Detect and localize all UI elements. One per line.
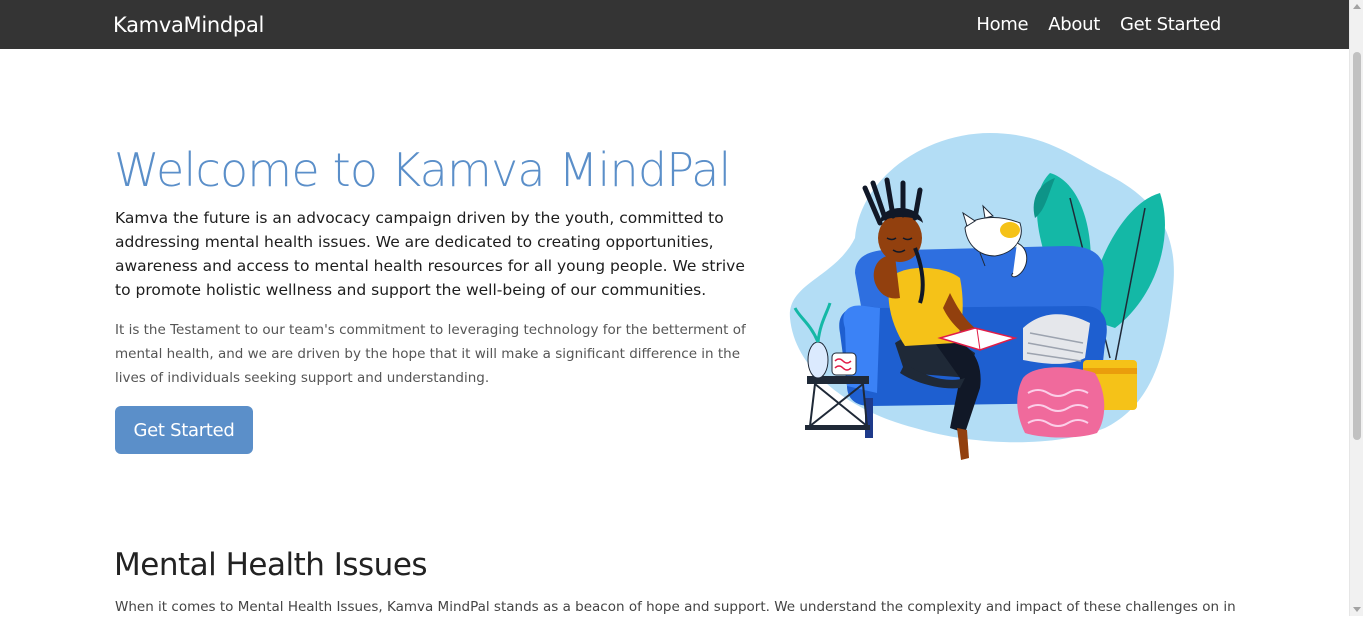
scrollbar-thumb[interactable] — [1353, 52, 1361, 440]
mental-health-section-title: Mental Health Issues — [114, 547, 428, 583]
hero-body-text: It is the Testament to our team's commit… — [115, 322, 746, 386]
brand-link[interactable]: KamvaMindpal — [113, 12, 264, 38]
nav-about-link[interactable]: About — [1048, 12, 1100, 38]
hero-lead-text: Kamva the future is an advocacy campaign… — [115, 209, 745, 299]
get-started-button[interactable]: Get Started — [115, 406, 253, 454]
nav-home-link[interactable]: Home — [976, 12, 1028, 38]
mental-health-section-text: When it comes to Mental Health Issues, K… — [115, 599, 1235, 615]
pink-pillow — [1017, 367, 1105, 438]
hero-illustration — [785, 128, 1185, 468]
scroll-down-arrow-icon[interactable] — [1353, 607, 1361, 612]
nav-links: Home About Get Started — [976, 12, 1221, 38]
nav-get-started-link[interactable]: Get Started — [1120, 12, 1221, 38]
person-reading-on-sofa-illustration — [789, 133, 1174, 460]
hero-title: Welcome to Kamva MindPal — [114, 143, 731, 197]
scroll-up-arrow-icon[interactable] — [1353, 4, 1361, 9]
vertical-scrollbar[interactable] — [1349, 0, 1363, 616]
navbar: KamvaMindpal Home About Get Started — [0, 0, 1349, 49]
striped-pillow — [1023, 314, 1090, 364]
